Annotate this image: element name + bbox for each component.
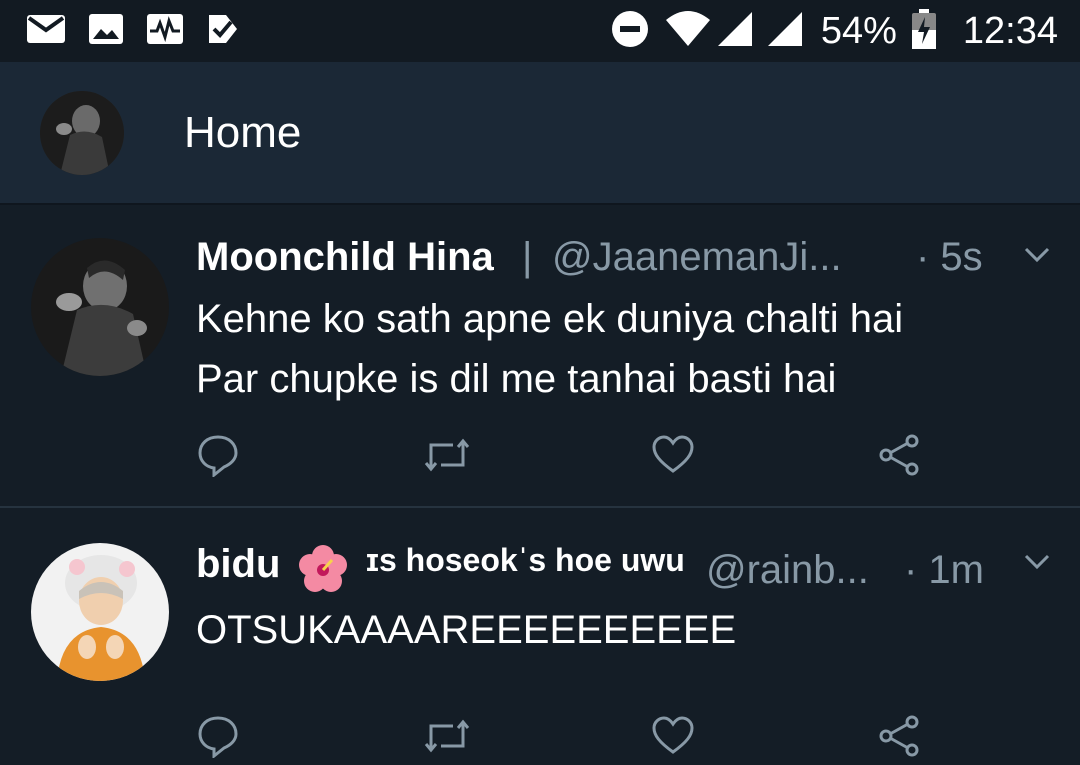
mail-icon	[26, 14, 66, 49]
heart-icon[interactable]	[651, 433, 695, 477]
avatar[interactable]	[31, 543, 169, 681]
display-name[interactable]: Moonchild Hina	[196, 235, 494, 280]
wifi-icon	[665, 10, 711, 53]
reply-icon[interactable]	[196, 433, 240, 479]
profile-avatar[interactable]	[40, 91, 124, 175]
tweet[interactable]: bidu ɪs hoseokˈs hoe uwu @rainb... · 1m …	[0, 508, 1080, 765]
checkbox-icon	[206, 12, 240, 51]
avatar[interactable]	[31, 238, 169, 376]
heart-icon[interactable]	[651, 714, 695, 758]
display-name-suffix: ɪs hoseokˈs hoe uwu	[366, 542, 685, 578]
tweet-header: Moonchild Hina | @JaanemanJi... · 5s	[196, 235, 1080, 285]
signal-icon	[767, 10, 803, 53]
tweet-text-line: OTSUKAAAAREEEEEEEEEE	[196, 608, 737, 652]
share-icon[interactable]	[878, 433, 922, 477]
retweet-icon[interactable]	[423, 433, 470, 477]
name-separator: |	[522, 235, 533, 279]
image-icon	[88, 13, 124, 50]
retweet-icon[interactable]	[423, 714, 470, 758]
status-bar: 54% 12:34	[0, 0, 1080, 62]
do-not-disturb-icon	[611, 10, 649, 53]
reply-icon[interactable]	[196, 714, 240, 760]
tweet-actions	[196, 714, 936, 762]
battery-percentage: 54%	[820, 10, 897, 52]
timestamp: · 1m	[904, 548, 984, 592]
display-name[interactable]: bidu	[196, 542, 280, 587]
tweet-header: bidu ɪs hoseokˈs hoe uwu @rainb... · 1m	[196, 542, 1080, 592]
signal-icon	[717, 10, 753, 53]
tweet-text: Kehne ko sath apne ek duniya chalti hai …	[196, 289, 903, 409]
app-header: Home	[0, 62, 1080, 205]
username[interactable]: @rainb...	[706, 548, 869, 593]
chevron-down-icon[interactable]	[1024, 247, 1050, 268]
timestamp: · 5s	[916, 235, 983, 279]
tweet-text-line: Par chupke is dil me tanhai basti hai	[196, 357, 837, 401]
tweet-text-line: Kehne ko sath apne ek duniya chalti hai	[196, 297, 904, 341]
hibiscus-emoji-icon	[296, 542, 350, 596]
tweet-actions	[196, 433, 936, 481]
battery-charging-icon	[911, 8, 937, 55]
username[interactable]: @JaanemanJi...	[552, 235, 842, 280]
tweet[interactable]: Moonchild Hina | @JaanemanJi... · 5s Keh…	[0, 205, 1080, 508]
tweet-text: OTSUKAAAAREEEEEEEEEE	[196, 600, 736, 660]
share-icon[interactable]	[878, 714, 922, 758]
chevron-down-icon[interactable]	[1024, 554, 1050, 575]
activity-icon	[146, 13, 184, 50]
page-title: Home	[184, 108, 302, 157]
clock: 12:34	[962, 10, 1058, 52]
